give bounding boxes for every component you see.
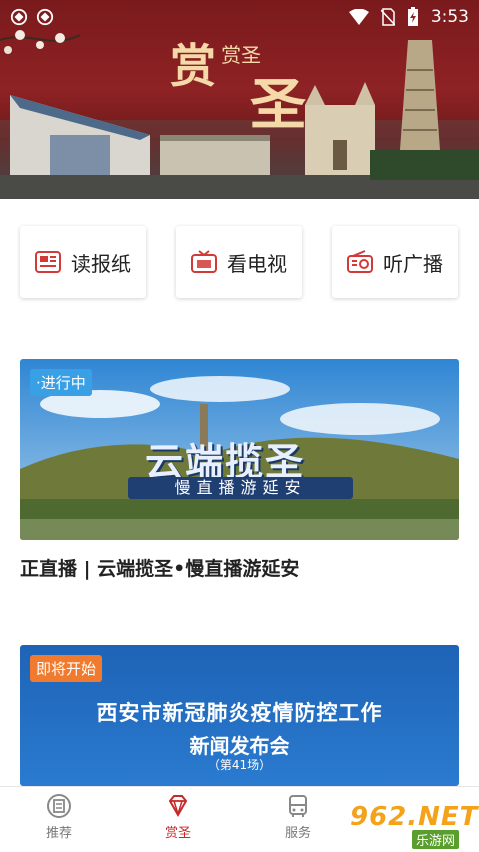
live-overlay-subtitle: 慢直播游延安 [128, 477, 353, 499]
listen-radio-button[interactable]: 听广播 [332, 226, 458, 298]
banner-title-char-2: 圣 [250, 72, 306, 138]
live-stream-title[interactable]: 正直播 | 云端揽圣•慢直播游延安 [20, 554, 299, 581]
upcoming-headline-line3: （第41场） [207, 758, 272, 772]
live-status-badge: ·进行中 [30, 369, 92, 396]
wifi-icon [348, 9, 369, 25]
banner-title-char-1: 赏 [170, 39, 216, 93]
watch-tv-button[interactable]: 看电视 [176, 226, 302, 298]
radio-icon [347, 250, 373, 273]
app-notification-icon [10, 8, 28, 26]
recommend-icon [47, 794, 71, 818]
diamond-icon [168, 795, 188, 818]
app-notification-icon [36, 8, 54, 26]
read-newspaper-button[interactable]: 读报纸 [20, 226, 146, 298]
upcoming-headline-line1: 西安市新冠肺炎疫情防控工作 [96, 701, 383, 725]
tab-service-label: 服务 [284, 826, 311, 841]
watermark-brand: 962.NET [350, 802, 479, 832]
listen-radio-label: 听广播 [383, 251, 443, 276]
upcoming-status-badge: 即将开始 [30, 655, 103, 682]
header-banner[interactable]: 3:53 赏 赏圣 圣 [0, 0, 479, 199]
tab-recommend[interactable]: 推荐 [19, 793, 99, 841]
live-stream-card[interactable]: 云端揽圣 慢直播游延安 ·进行中 [20, 359, 459, 540]
battery-charging-icon [407, 7, 418, 26]
watch-tv-label: 看电视 [227, 251, 287, 276]
tab-appreciate-label: 赏圣 [164, 826, 191, 841]
watermark: 962.NET 乐游网 [350, 802, 479, 849]
tab-recommend-label: 推荐 [45, 826, 72, 841]
upcoming-headline-line2: 新闻发布会 [189, 734, 290, 758]
upcoming-event-card[interactable]: 西安市新冠肺炎疫情防控工作 新闻发布会 （第41场） 即将开始 [20, 645, 459, 786]
status-bar: 3:53 [0, 0, 479, 34]
tab-service[interactable]: 服务 [258, 793, 338, 841]
status-time: 3:53 [430, 7, 469, 27]
watermark-sub: 乐游网 [412, 830, 460, 849]
tv-icon [191, 250, 217, 273]
bus-icon [289, 795, 307, 817]
newspaper-icon [35, 251, 61, 273]
no-sim-icon [380, 8, 395, 26]
tab-appreciate[interactable]: 赏圣 [138, 793, 218, 841]
banner-title: 赏 赏圣 圣 [170, 30, 306, 138]
read-newspaper-label: 读报纸 [71, 251, 131, 276]
